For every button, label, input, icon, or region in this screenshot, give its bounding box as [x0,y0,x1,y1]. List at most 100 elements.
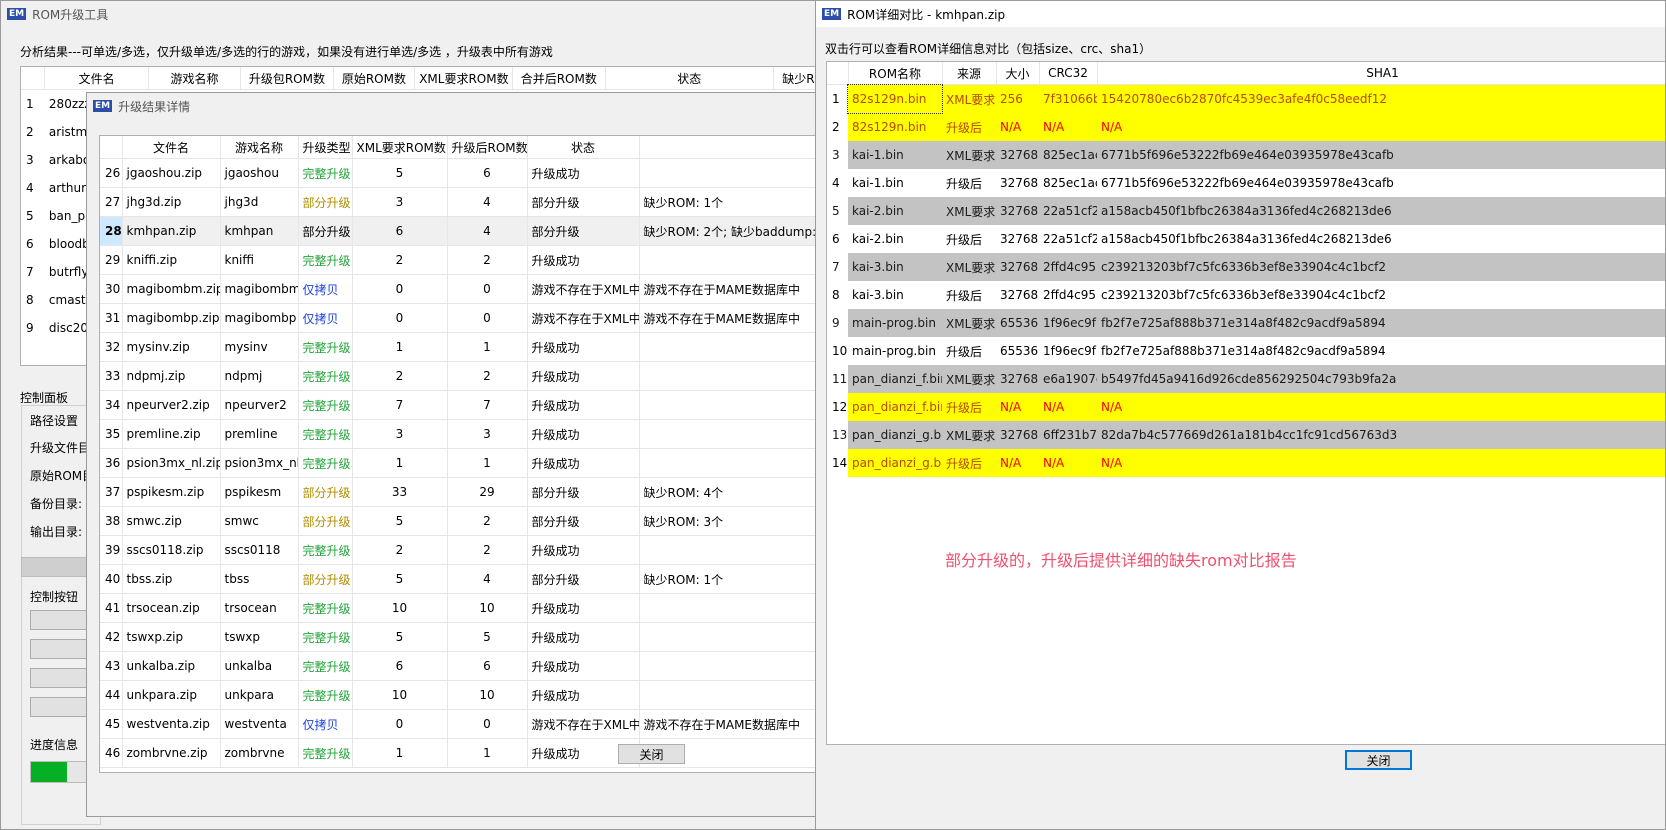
table-row[interactable]: 39 sscs0118.zip sscs0118 完整升级 2 2 升级成功 [100,535,863,565]
table-row[interactable]: 31 magibombp.zip magibombp 仅拷贝 0 0 游戏不存在于XML中游… [100,303,863,333]
control-button-1[interactable] [30,610,90,630]
game-name-cell: npeurver2 [220,390,299,420]
table-row[interactable]: 12 pan_dianzi_f.bin 升级后 N/A N/A N/A [827,393,1665,421]
table-row[interactable]: 5 kai-2.bin XML要求 32768 22a51cf2 a158acb450f1… [827,197,1665,225]
table-row[interactable]: 4 kai-1.bin 升级后 32768 825ec1ac 6771b5f696e532… [827,169,1665,197]
control-button-2[interactable] [30,639,90,659]
status-cell: 升级成功 [527,593,640,623]
column-header[interactable]: 原始ROM数 [333,67,416,90]
row-number: 10 [827,337,848,365]
table-row[interactable]: 28 kmhpan.zip kmhpan 部分升级 6 4 部分升级 缺少ROM: 2个; 缺… [100,216,863,246]
table-row[interactable]: 41 trsocean.zip trsocean 完整升级 10 10 升级成功 [100,593,863,623]
table-row[interactable]: 34 npeurver2.zip npeurver2 完整升级 7 7 升级成功 [100,390,863,420]
placeholder-wide-button[interactable] [21,557,91,577]
upgrade-type-cell: 完整升级 [298,448,353,478]
table-row[interactable]: 43 unkalba.zip unkalba 完整升级 6 6 升级成功 [100,651,863,681]
table-row[interactable]: 37 pspikesm.zip pspikesm 部分升级 33 29 部分升级 缺少ROM:… [100,477,863,507]
column-header[interactable]: 文件名 [122,136,221,159]
column-header[interactable]: CRC32 [1039,62,1098,85]
control-panel-label: 控制面板 [20,391,69,405]
size-cell: 32768 [996,253,1039,281]
table-row[interactable]: 35 premline.zip premline 完整升级 3 3 升级成功 [100,419,863,449]
table-row[interactable]: 10 main-prog.bin 升级后 65536 1f96ec9f fb2f7e725… [827,337,1665,365]
column-header[interactable]: XML要求ROM数 [414,67,514,90]
after-rom-count-cell: 2 [447,245,528,275]
row-number: 7 [827,253,848,281]
details-title: 升级结果详情 [118,99,191,114]
row-number: 40 [100,564,123,594]
table-row[interactable]: 44 unkpara.zip unkpara 完整升级 10 10 升级成功 [100,680,863,710]
game-name-cell: ndpmj [220,361,299,391]
column-header[interactable]: 状态 [527,136,640,159]
table-row[interactable]: 3 kai-1.bin XML要求 32768 825ec1ac 6771b5f696e5… [827,141,1665,169]
table-row[interactable]: 8 kai-3.bin 升级后 32768 2ffd4c95 c239213203bf7c… [827,281,1665,309]
column-header[interactable]: SHA1 [1097,62,1665,85]
source-cell: 升级后 [946,176,983,191]
analysis-label: 分析结果---可单选/多选，仅升级单选/多选的行的游戏，如果没有进行单选/多选 … [20,45,553,59]
table-row[interactable]: 2 82s129n.bin 升级后 N/A N/A N/A [827,113,1665,141]
column-header[interactable]: 升级包ROM数 [240,67,334,90]
compare-hint: 双击行可以查看ROM详细信息对比（包括size、crc、sha1） [825,42,1152,56]
row-number: 43 [100,651,123,681]
table-row[interactable]: 7 kai-3.bin XML要求 32768 2ffd4c95 c239213203bf… [827,253,1665,281]
xml-rom-count-cell: 1 [352,738,448,768]
rom-name-cell: kai-1.bin [852,176,904,190]
game-name-cell: jgaoshou [220,158,299,188]
control-button-3[interactable] [30,668,90,688]
column-header[interactable]: 游戏名称 [148,67,242,90]
table-row[interactable]: 30 magibombm.zip magibombm 仅拷贝 0 0 游戏不存在于XML中游… [100,274,863,304]
table-row[interactable]: 14pan_dianzi_g.bin升级后N/AN/AN/A [827,449,1665,477]
table-row[interactable]: 11 pan_dianzi_f.bin XML要求 32768 e6a1907c b549… [827,365,1665,393]
column-header[interactable]: 合并后ROM数 [512,67,606,90]
table-row[interactable]: 42 tswxp.zip tswxp 完整升级 5 5 升级成功 [100,622,863,652]
table-row[interactable]: 27 jhg3d.zip jhg3d 部分升级 3 4 部分升级 缺少ROM: 1个 [100,187,863,217]
table-row[interactable]: 6 kai-2.bin 升级后 32768 22a51cf2 a158acb450f1bf… [827,225,1665,253]
row-number: 26 [100,158,123,188]
details-table[interactable]: 文件名 游戏名称 升级类型 XML要求ROM数 升级后ROM数 状态 26 jgaoshou… [100,136,863,768]
details-close-button[interactable]: 关闭 [618,744,685,764]
after-rom-count-cell: 10 [447,593,528,623]
row-number: 14 [827,449,848,477]
table-row[interactable]: 40 tbss.zip tbss 部分升级 5 4 部分升级 缺少ROM: 1个 [100,564,863,594]
column-header[interactable]: XML要求ROM数 [352,136,448,159]
row-number: 31 [100,303,123,333]
table-row[interactable]: 26 jgaoshou.zip jgaoshou 完整升级 5 6 升级成功 [100,158,863,188]
sha1-cell: 82da7b4c577669d261a181b4cc1fc91cd56763d3 [1097,421,1665,449]
column-header[interactable]: 升级后ROM数 [447,136,528,159]
source-cell: XML要求 [942,253,996,281]
size-cell: N/A [996,449,1039,477]
table-row[interactable]: 29 kniffi.zip kniffi 完整升级 2 2 升级成功 [100,245,863,275]
table-row[interactable]: 13pan_dianzi_g.binXML要求327686ff231b782da… [827,421,1665,449]
size-cell: N/A [996,393,1039,421]
column-header[interactable]: 升级类型 [298,136,353,159]
compare-close-button[interactable]: 关闭 [1345,750,1412,770]
table-row[interactable]: 45 westventa.zip westventa 仅拷贝 0 0 游戏不存在于XML中游… [100,709,863,739]
after-rom-count-cell: 29 [447,477,528,507]
after-rom-count-cell: 2 [447,361,528,391]
compare-table-frame: ROM名称 来源 大小 CRC32 SHA1 1 82s129n.bin XML要求 256 7… [826,61,1665,745]
file-name-cell: unkalba.zip [122,651,221,681]
after-rom-count-cell: 6 [447,651,528,681]
compare-table[interactable]: ROM名称 来源 大小 CRC32 SHA1 1 82s129n.bin XML要求 256 7… [827,62,1665,477]
column-header[interactable]: ROM名称 [848,62,943,85]
column-header[interactable]: 来源 [942,62,997,85]
status-cell: 部分升级 [527,187,640,217]
table-row[interactable]: 32 mysinv.zip mysinv 完整升级 1 1 升级成功 [100,332,863,362]
row-number: 30 [100,274,123,304]
column-header[interactable]: 状态 [605,67,775,90]
column-header[interactable]: 游戏名称 [220,136,299,159]
row-number: 29 [100,245,123,275]
control-button-4[interactable] [30,697,90,717]
file-name-cell: kmhpan.zip [122,216,221,246]
table-row[interactable]: 38 smwc.zip smwc 部分升级 5 2 部分升级 缺少ROM: 3个 [100,506,863,536]
row-number: 44 [100,680,123,710]
table-row[interactable]: 1 82s129n.bin XML要求 256 7f31066b 15420780ec6b… [827,83,1665,114]
table-row[interactable]: 9 main-prog.bin XML要求 65536 1f96ec9f fb2f7e72… [827,309,1665,337]
table-row[interactable]: 33 ndpmj.zip ndpmj 完整升级 2 2 升级成功 [100,361,863,391]
app-logo-icon: EM [822,8,842,20]
table-row[interactable]: 36 psion3mx_nl.zip psion3mx_nl 完整升级 1 1 升级成功 [100,448,863,478]
column-header[interactable]: 大小 [996,62,1040,85]
compare-titlebar: EM ROM详细对比 - kmhpan.zip [816,1,1665,27]
table-row[interactable]: 46 zombrvne.zip zombrvne 完整升级 1 1 升级成功 [100,738,863,768]
column-header[interactable]: 文件名 [44,67,149,90]
